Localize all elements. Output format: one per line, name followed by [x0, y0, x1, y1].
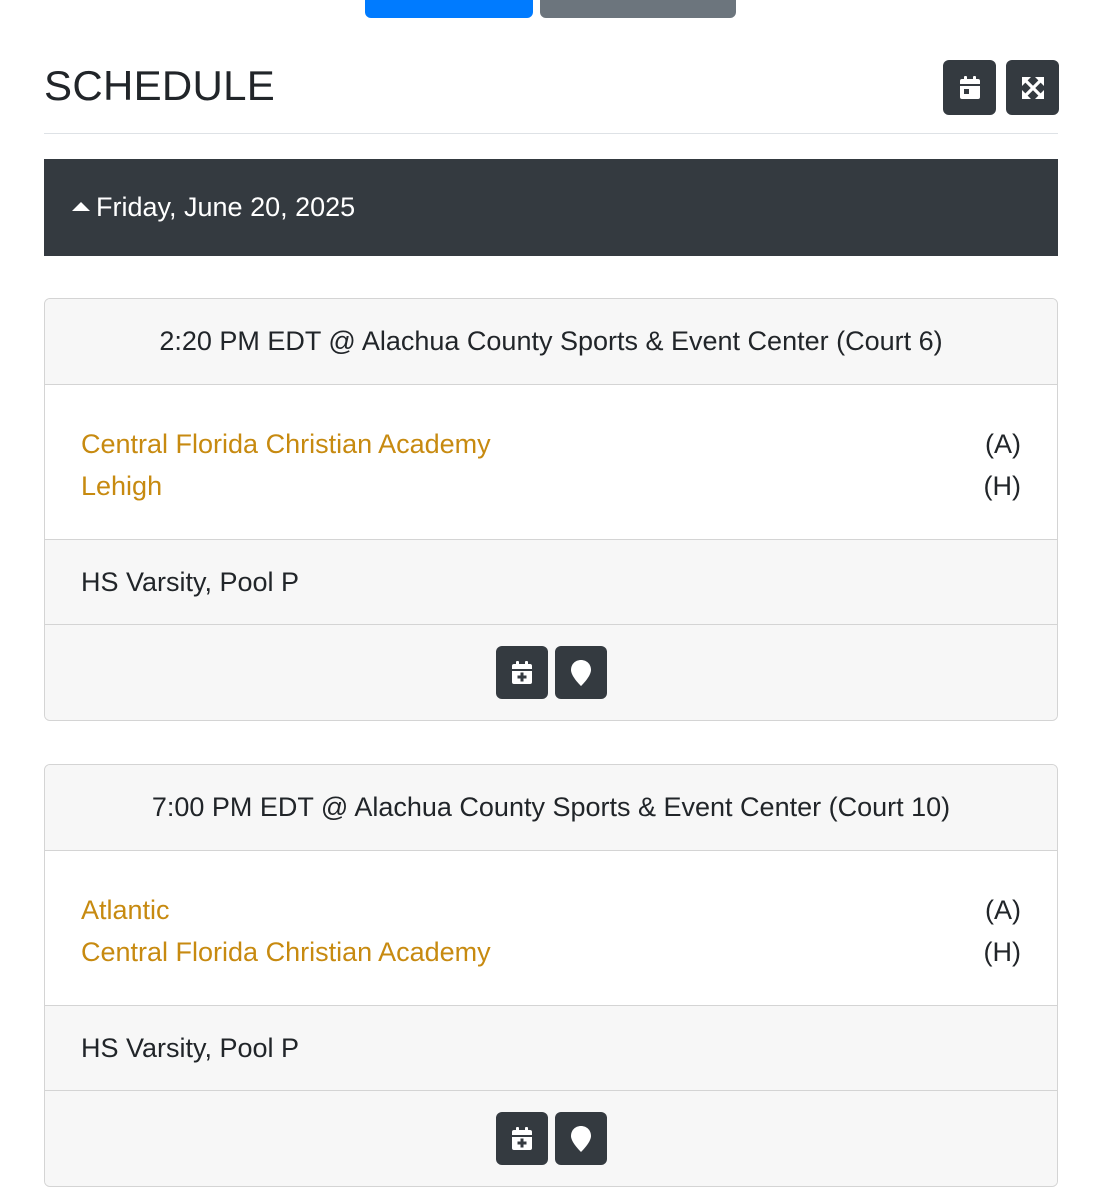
team-side: (A) [985, 894, 1021, 925]
secondary-button[interactable] [540, 0, 736, 18]
calendar-plus-icon [511, 660, 532, 684]
calendar-button[interactable] [943, 60, 996, 115]
fullscreen-button[interactable] [1006, 60, 1059, 115]
team-row: Atlantic (A) [81, 889, 1021, 931]
team-link[interactable]: Lehigh [81, 471, 162, 502]
game-time-location: 2:20 PM EDT @ Alachua County Sports & Ev… [45, 299, 1057, 385]
game-teams: Atlantic (A) Central Florida Christian A… [45, 851, 1057, 1006]
schedule-header: SCHEDULE [44, 58, 1059, 134]
game-card: 7:00 PM EDT @ Alachua County Sports & Ev… [44, 764, 1058, 1187]
caret-up-icon [72, 202, 90, 211]
day-date: Friday, June 20, 2025 [96, 192, 356, 222]
game-division: HS Varsity, Pool P [45, 1006, 1057, 1091]
game-time-location: 7:00 PM EDT @ Alachua County Sports & Ev… [45, 765, 1057, 851]
game-actions [45, 1091, 1057, 1186]
page-title: SCHEDULE [44, 62, 276, 109]
team-side: (A) [985, 428, 1021, 459]
map-location-button[interactable] [554, 646, 607, 699]
team-link[interactable]: Central Florida Christian Academy [81, 429, 491, 460]
game-division: HS Varsity, Pool P [45, 540, 1057, 625]
team-side: (H) [983, 936, 1021, 967]
game-actions [45, 625, 1057, 720]
map-marker-icon [570, 659, 591, 686]
team-link[interactable]: Atlantic [81, 895, 170, 926]
expand-icon [1021, 76, 1044, 99]
map-marker-icon [570, 1125, 591, 1152]
team-side: (H) [983, 470, 1021, 501]
team-row: Lehigh (H) [81, 465, 1021, 507]
primary-button[interactable] [365, 0, 533, 18]
map-location-button[interactable] [554, 1112, 607, 1165]
game-card: 2:20 PM EDT @ Alachua County Sports & Ev… [44, 298, 1058, 721]
game-teams: Central Florida Christian Academy (A) Le… [45, 385, 1057, 540]
team-link[interactable]: Central Florida Christian Academy [81, 937, 491, 968]
team-row: Central Florida Christian Academy (A) [81, 423, 1021, 465]
calendar-icon [959, 75, 980, 99]
team-row: Central Florida Christian Academy (H) [81, 931, 1021, 973]
day-collapse-toggle[interactable]: Friday, June 20, 2025 [44, 159, 1058, 256]
add-to-calendar-button[interactable] [495, 646, 548, 699]
calendar-plus-icon [511, 1126, 532, 1150]
add-to-calendar-button[interactable] [495, 1112, 548, 1165]
